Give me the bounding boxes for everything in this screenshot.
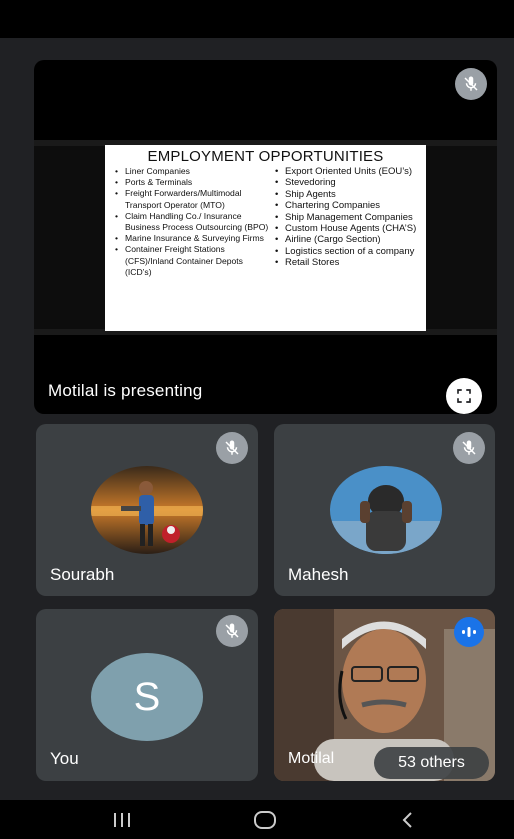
participant-tile-self[interactable]: S You (36, 609, 258, 781)
mic-off-icon (216, 432, 248, 464)
system-nav-bar (0, 800, 514, 839)
slide-list-item: Airline (Cargo Section) (275, 234, 425, 246)
speaking-icon (454, 617, 484, 647)
avatar (91, 466, 203, 554)
slide-list-item: Retail Stores (275, 257, 425, 269)
presentation-slide: EMPLOYMENT OPPORTUNITIES Liner Companies… (105, 145, 426, 331)
slide-list-item: Logistics section of a company (275, 246, 425, 258)
slide-list-item: Ship Agents (275, 189, 425, 201)
home-icon (254, 810, 276, 829)
slide-title: EMPLOYMENT OPPORTUNITIES (147, 148, 384, 165)
slide-list-item: Custom House Agents (CHA’S) (275, 223, 425, 235)
slide-list-item: Stevedoring (275, 177, 425, 189)
mic-off-icon (216, 615, 248, 647)
status-bar (0, 0, 514, 38)
slide-right-list: Export Oriented Units (EOU’s) Stevedorin… (275, 166, 425, 269)
home-button[interactable] (235, 800, 295, 839)
slide-list-item: Ship Management Companies (275, 212, 425, 224)
presentation-tile[interactable]: EMPLOYMENT OPPORTUNITIES Liner Companies… (34, 60, 497, 414)
participant-tile-sourabh[interactable]: Sourabh (36, 424, 258, 596)
slide-left-list: Liner Companies Ports & Terminals Freigh… (115, 166, 270, 278)
participant-name: Mahesh (288, 565, 349, 584)
participant-name: Sourabh (50, 565, 115, 584)
mic-off-icon (453, 432, 485, 464)
avatar (330, 466, 442, 554)
participant-name: You (50, 749, 79, 768)
participant-name: Motilal (288, 750, 335, 767)
recents-icon (114, 812, 130, 827)
presenter-label: Motilal is presenting (48, 381, 203, 400)
slide-list-item: Ports & Terminals (115, 177, 270, 188)
participant-tile-mahesh[interactable]: Mahesh (274, 424, 495, 596)
slide-list-item: Liner Companies (115, 166, 270, 177)
fullscreen-icon (457, 389, 471, 403)
slide-list-item: Export Oriented Units (EOU’s) (275, 166, 425, 178)
avatar: S (91, 653, 203, 741)
back-icon (402, 811, 412, 828)
slide-list-item: Freight Forwarders/Multimodal Transport … (115, 188, 270, 210)
mic-off-icon (455, 68, 487, 100)
slide-list-item: Chartering Companies (275, 200, 425, 212)
fullscreen-button[interactable] (446, 378, 482, 414)
slide-list-item: Claim Handling Co./ Insurance Business P… (115, 211, 270, 233)
back-button[interactable] (377, 800, 437, 839)
others-count-button[interactable]: 53 others (374, 747, 489, 779)
participant-tile-motilal[interactable]: Motilal 53 others (274, 609, 495, 781)
slide-list-item: Container Freight Stations (CFS)/Inland … (115, 244, 270, 278)
slide-list-item: Marine Insurance & Surveying Firms (115, 233, 270, 244)
recents-button[interactable] (92, 800, 152, 839)
